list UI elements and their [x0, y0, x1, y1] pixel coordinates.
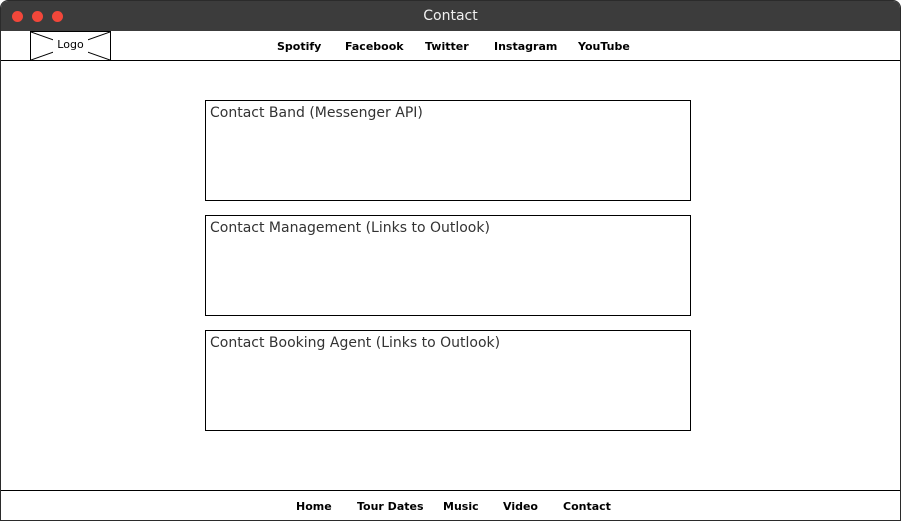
- footer-link-music[interactable]: Music: [443, 500, 479, 513]
- contact-management-box[interactable]: Contact Management (Links to Outlook): [205, 215, 691, 316]
- top-navigation: Logo Spotify Facebook Twitter Instagram …: [1, 31, 900, 61]
- contact-management-label: Contact Management (Links to Outlook): [210, 220, 490, 236]
- footer-link-video[interactable]: Video: [503, 500, 538, 513]
- nav-link-twitter[interactable]: Twitter: [425, 40, 469, 53]
- logo-placeholder[interactable]: Logo: [30, 31, 111, 61]
- nav-link-youtube[interactable]: YouTube: [578, 40, 630, 53]
- contact-band-box[interactable]: Contact Band (Messenger API): [205, 100, 691, 201]
- logo-label: Logo: [57, 38, 84, 51]
- nav-link-instagram[interactable]: Instagram: [494, 40, 557, 53]
- contact-band-label: Contact Band (Messenger API): [210, 105, 423, 121]
- title-bar: Contact: [1, 1, 900, 31]
- footer-link-home[interactable]: Home: [296, 500, 332, 513]
- app-window: Contact Logo Spotify Facebook Twitter In…: [0, 0, 901, 521]
- footer-link-tour-dates[interactable]: Tour Dates: [357, 500, 424, 513]
- footer-navigation: Home Tour Dates Music Video Contact: [1, 490, 900, 520]
- nav-link-facebook[interactable]: Facebook: [345, 40, 404, 53]
- nav-link-spotify[interactable]: Spotify: [277, 40, 321, 53]
- window-title: Contact: [423, 8, 478, 24]
- contact-booking-agent-label: Contact Booking Agent (Links to Outlook): [210, 335, 501, 351]
- contact-booking-agent-box[interactable]: Contact Booking Agent (Links to Outlook): [205, 330, 691, 431]
- footer-link-contact[interactable]: Contact: [563, 500, 611, 513]
